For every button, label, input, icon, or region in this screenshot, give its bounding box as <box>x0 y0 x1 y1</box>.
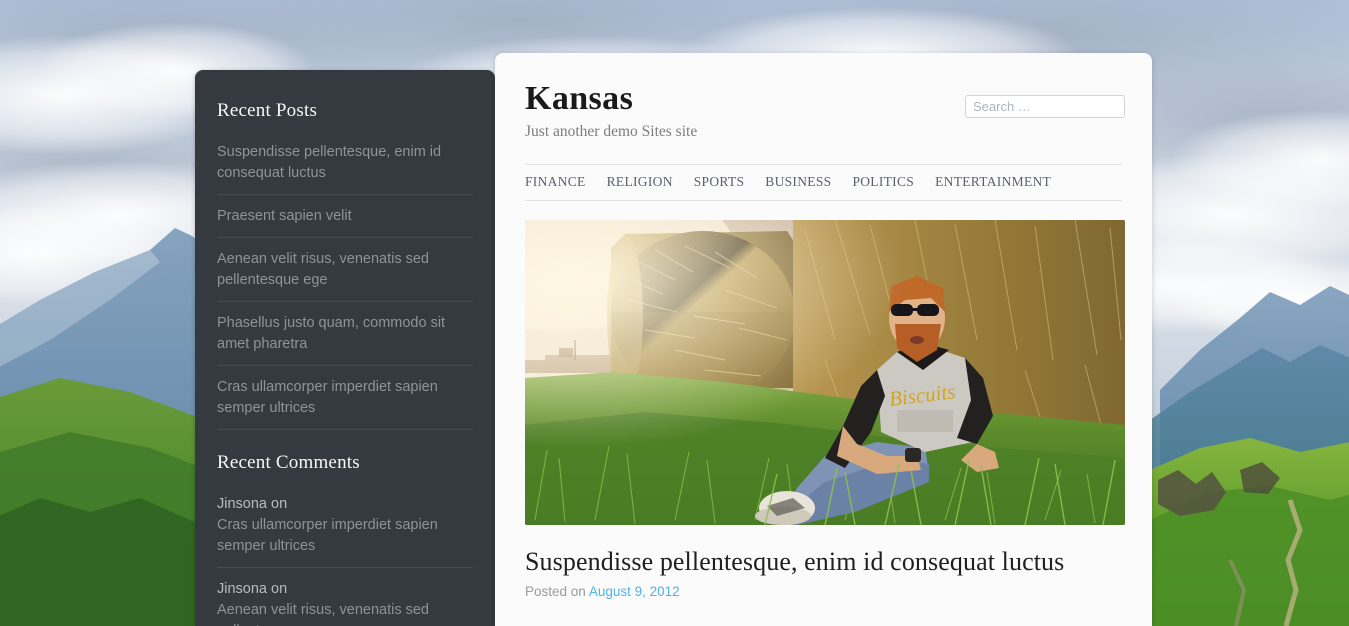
widget-recent-comments: Recent Comments Jinsona on Cras ullamcor… <box>195 452 495 626</box>
list-item[interactable]: Praesent sapien velit <box>217 202 473 238</box>
recent-posts-list: Suspendisse pellentesque, enim id conseq… <box>217 138 473 430</box>
nav-link[interactable]: FINANCE <box>525 174 586 189</box>
page-root: Recent Posts Suspendisse pellentesque, e… <box>0 0 1349 626</box>
search-input[interactable] <box>965 95 1125 118</box>
post-meta: Posted on August 9, 2012 <box>525 584 1127 599</box>
nav-item-politics[interactable]: POLITICS <box>852 173 914 191</box>
nav-item-religion[interactable]: RELIGION <box>607 173 673 191</box>
post-article: Biscuits <box>525 219 1127 599</box>
recent-post-link[interactable]: Aenean velit risus, venenatis sed pellen… <box>217 249 473 291</box>
nav-link[interactable]: RELIGION <box>607 174 673 189</box>
comment-on-label: on <box>271 581 288 597</box>
list-item[interactable]: Phasellus justo quam, commodo sit amet p… <box>217 309 473 366</box>
nav-item-entertainment[interactable]: ENTERTAINMENT <box>935 173 1051 191</box>
site-header: Kansas Just another demo Sites site <box>495 53 1152 141</box>
primary-navigation: FINANCE RELIGION SPORTS BUSINESS POLITIC… <box>525 163 1122 201</box>
posted-on-label: Posted on <box>525 583 586 599</box>
comment-post-link[interactable]: Aenean velit risus, venenatis sed pellen… <box>217 600 473 626</box>
list-item[interactable]: Cras ullamcorper imperdiet sapien semper… <box>217 373 473 430</box>
widget-title-recent-comments: Recent Comments <box>217 452 360 473</box>
widget-recent-posts: Recent Posts Suspendisse pellentesque, e… <box>195 70 495 430</box>
main-content-panel: Kansas Just another demo Sites site FINA… <box>495 53 1152 626</box>
nav-link[interactable]: SPORTS <box>694 174 745 189</box>
post-title-link[interactable]: Suspendisse pellentesque, enim id conseq… <box>525 547 1064 576</box>
hay-bale-field-photo-art: Biscuits <box>525 219 1125 525</box>
nav-link[interactable]: POLITICS <box>852 174 914 189</box>
nav-link[interactable]: BUSINESS <box>765 174 831 189</box>
recent-post-link[interactable]: Phasellus justo quam, commodo sit amet p… <box>217 313 473 355</box>
nav-link[interactable]: ENTERTAINMENT <box>935 174 1051 189</box>
comment-author: Jinsona <box>217 581 267 597</box>
nav-item-business[interactable]: BUSINESS <box>765 173 831 191</box>
post-date-link[interactable]: August 9, 2012 <box>589 584 680 599</box>
nav-item-sports[interactable]: SPORTS <box>694 173 745 191</box>
widget-title-recent-posts: Recent Posts <box>217 100 318 121</box>
nav-item-finance[interactable]: FINANCE <box>525 173 586 191</box>
list-item[interactable]: Jinsona on Cras ullamcorper imperdiet sa… <box>217 490 473 568</box>
featured-image[interactable]: Biscuits <box>525 219 1125 525</box>
list-item[interactable]: Jinsona on Aenean velit risus, venenatis… <box>217 575 473 626</box>
recent-post-link[interactable]: Suspendisse pellentesque, enim id conseq… <box>217 142 473 184</box>
sidebar: Recent Posts Suspendisse pellentesque, e… <box>195 70 495 626</box>
comment-author: Jinsona <box>217 496 267 512</box>
list-item[interactable]: Suspendisse pellentesque, enim id conseq… <box>217 138 473 195</box>
post-title: Suspendisse pellentesque, enim id conseq… <box>525 546 1127 577</box>
recent-comments-list: Jinsona on Cras ullamcorper imperdiet sa… <box>217 490 473 626</box>
comment-on-label: on <box>271 496 288 512</box>
recent-post-link[interactable]: Cras ullamcorper imperdiet sapien semper… <box>217 377 473 419</box>
recent-post-link[interactable]: Praesent sapien velit <box>217 206 473 227</box>
site-description: Just another demo Sites site <box>525 122 698 140</box>
comment-post-link[interactable]: Cras ullamcorper imperdiet sapien semper… <box>217 515 473 557</box>
list-item[interactable]: Aenean velit risus, venenatis sed pellen… <box>217 245 473 302</box>
nav-list: FINANCE RELIGION SPORTS BUSINESS POLITIC… <box>525 173 1122 191</box>
